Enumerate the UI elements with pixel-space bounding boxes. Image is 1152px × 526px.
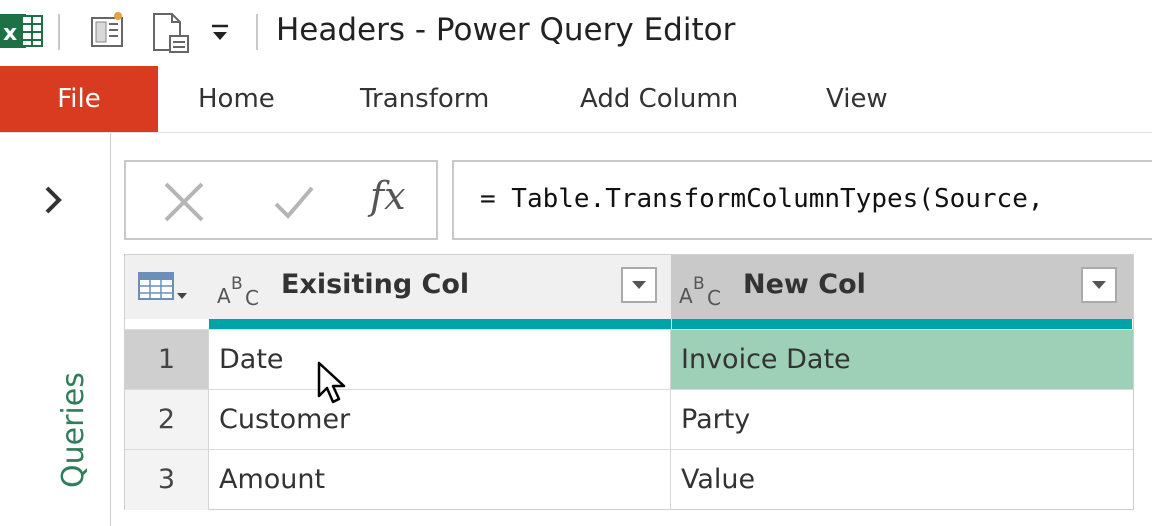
svg-text:C: C <box>245 286 259 309</box>
new-query-icon[interactable] <box>150 10 194 56</box>
column-quality-bar <box>672 319 1132 329</box>
chevron-down-icon <box>1092 281 1106 289</box>
row-number[interactable]: 3 <box>125 450 209 510</box>
svg-text:A: A <box>679 284 693 308</box>
queries-pane-label[interactable]: Queries <box>56 372 91 488</box>
tab-file[interactable]: File <box>0 66 158 132</box>
formula-bar-buttons: fx <box>124 160 438 240</box>
table-cell[interactable]: Amount <box>209 450 671 510</box>
table-cell[interactable]: Date <box>209 330 671 390</box>
tab-add-column[interactable]: Add Column <box>580 66 738 132</box>
table-cell[interactable]: Value <box>671 450 1133 510</box>
customize-toolbar-dropdown-icon[interactable] <box>210 22 230 44</box>
window-title: Headers - Power Query Editor <box>276 12 736 48</box>
column-quality-bar <box>209 319 671 329</box>
svg-text:B: B <box>231 274 243 294</box>
queries-pane: Queries <box>0 133 111 526</box>
table-cell[interactable]: Customer <box>209 390 671 450</box>
table-row: 2 Customer Party <box>125 389 1133 450</box>
text-type-icon[interactable]: A B C <box>679 273 731 309</box>
column-header-existing-col[interactable]: A B C Exisiting Col <box>209 255 672 319</box>
svg-text:A: A <box>217 284 231 308</box>
toolbar-separator <box>58 14 60 50</box>
chevron-down-icon <box>632 281 646 289</box>
text-type-icon[interactable]: A B C <box>217 273 269 309</box>
chevron-right-icon[interactable] <box>40 183 66 217</box>
close-icon[interactable] <box>162 180 206 224</box>
tab-home[interactable]: Home <box>198 66 275 132</box>
ribbon-tabs: File Home Transform Add Column View <box>0 66 1152 133</box>
excel-logo-icon: x <box>0 14 43 48</box>
toolbar-separator <box>256 14 258 50</box>
fx-label: fx <box>370 174 406 218</box>
table-row: 3 Amount Value <box>125 449 1133 510</box>
svg-text:x: x <box>3 21 17 46</box>
column-filter-dropdown[interactable] <box>621 267 657 303</box>
formula-input[interactable]: = Table.TransformColumnTypes(Source, <box>452 160 1152 240</box>
svg-text:C: C <box>707 286 721 309</box>
mouse-cursor-icon <box>317 361 346 404</box>
table-row: 1 Date Invoice Date <box>125 329 1133 390</box>
column-header-new-col[interactable]: A B C New Col <box>671 255 1133 319</box>
column-name: New Col <box>743 269 866 300</box>
tab-transform[interactable]: Transform <box>360 66 489 132</box>
table-cell[interactable]: Party <box>671 390 1133 450</box>
table-icon <box>138 272 187 300</box>
properties-icon[interactable] <box>88 10 130 52</box>
column-filter-dropdown[interactable] <box>1081 267 1117 303</box>
data-grid: A B C Exisiting Col A B C New Col 1 Date… <box>124 254 1134 510</box>
formula-text: = Table.TransformColumnTypes(Source, <box>480 184 1044 214</box>
column-name: Exisiting Col <box>281 269 470 300</box>
table-cell[interactable]: Invoice Date <box>671 330 1133 390</box>
tab-view[interactable]: View <box>826 66 888 132</box>
row-number[interactable]: 1 <box>125 330 209 390</box>
row-number[interactable]: 2 <box>125 390 209 450</box>
svg-text:B: B <box>693 274 705 294</box>
title-bar: x Headers - Power Query Editor <box>0 0 1152 66</box>
checkmark-icon[interactable] <box>272 180 316 224</box>
table-menu-button[interactable] <box>125 255 210 319</box>
